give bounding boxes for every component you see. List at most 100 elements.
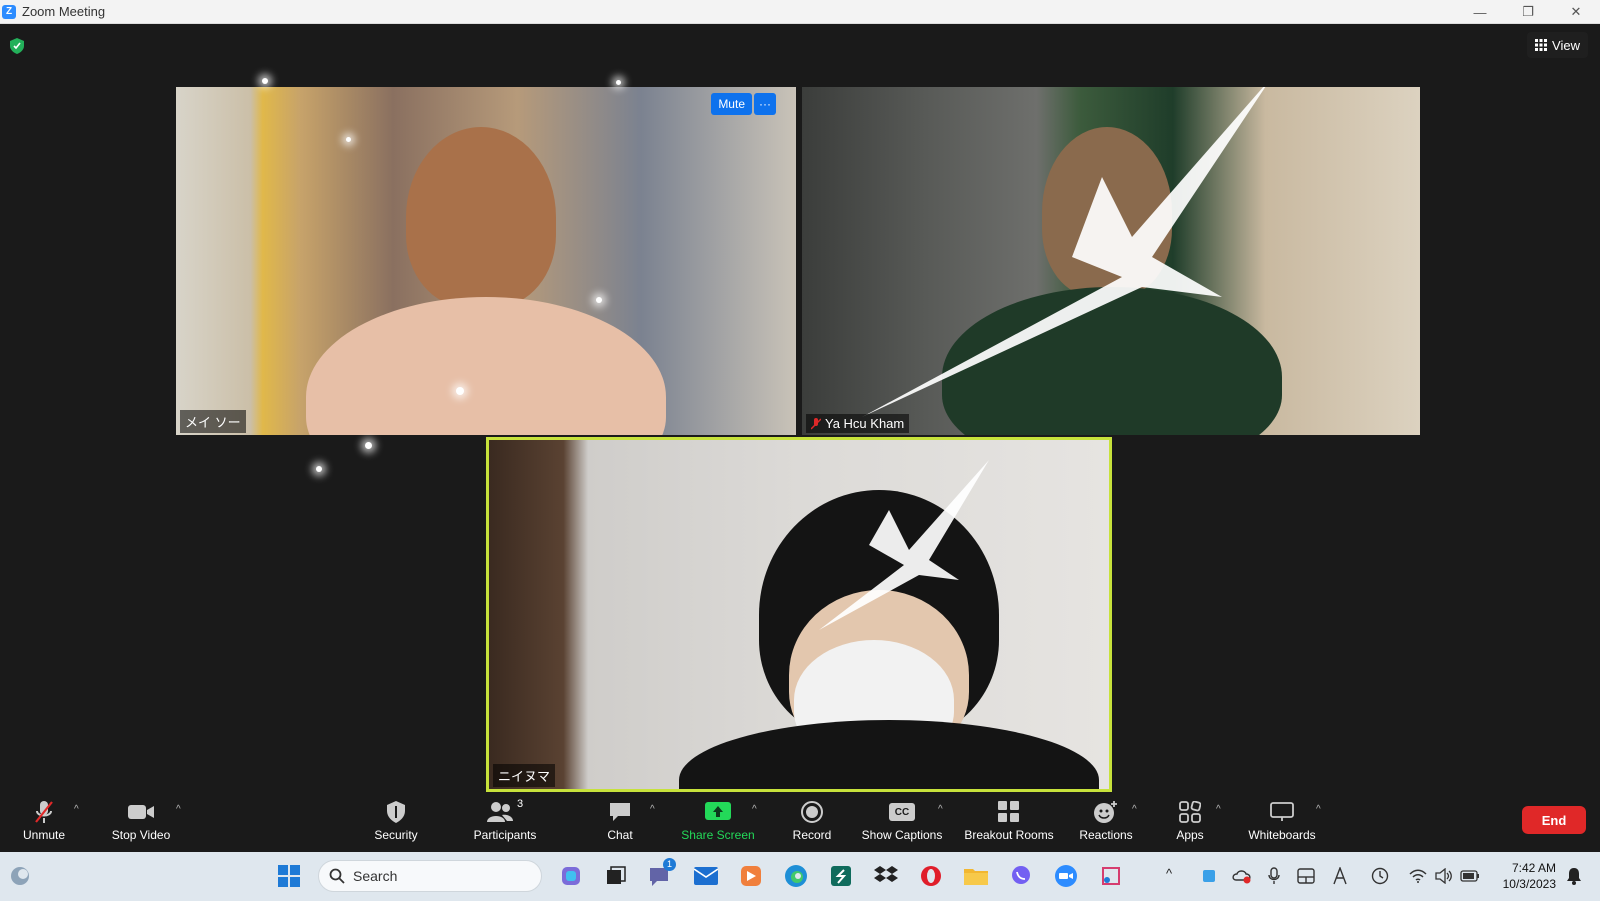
participants-button[interactable]: 3 Participants	[470, 798, 540, 848]
dropbox-icon[interactable]	[872, 862, 900, 890]
breakout-rooms-icon	[998, 801, 1019, 822]
show-hidden-icons-chevron[interactable]: ^	[1166, 866, 1172, 881]
battery-icon[interactable]	[1456, 862, 1484, 890]
close-button[interactable]: ✕	[1552, 0, 1600, 24]
copilot-icon[interactable]	[557, 862, 585, 890]
taskbar-clock[interactable]: 7:42 AM 10/3/2023	[1503, 860, 1556, 892]
encryption-shield-icon[interactable]	[10, 38, 24, 54]
chat-notification-badge: 1	[663, 858, 676, 871]
apps-options-caret[interactable]: ^	[1216, 804, 1221, 815]
show-captions-button[interactable]: CC Show Captions	[860, 798, 944, 848]
sparkle-effect	[365, 442, 372, 449]
widgets-icon[interactable]	[6, 862, 34, 890]
task-view-icon[interactable]	[602, 862, 630, 890]
restore-button[interactable]: ❐	[1504, 0, 1552, 24]
security-button[interactable]: Security	[368, 798, 424, 848]
microphone-tray-icon[interactable]	[1260, 862, 1288, 890]
zoom-app-icon[interactable]	[1052, 862, 1080, 890]
edge-browser-icon[interactable]	[782, 862, 810, 890]
participant-name-tag: ニイヌマ	[493, 764, 556, 787]
reactions-options-caret[interactable]: ^	[1132, 804, 1137, 815]
stop-video-label: Stop Video	[111, 828, 171, 842]
record-icon	[801, 801, 823, 823]
apps-icon	[1179, 801, 1201, 823]
notification-bell-icon[interactable]	[1560, 862, 1588, 890]
whiteboards-options-caret[interactable]: ^	[1316, 804, 1321, 815]
participant-name: メイ ソー	[185, 415, 241, 430]
participant-name-tag: メイ ソー	[180, 410, 246, 433]
meeting-area: View Mute ··· メイ ソー Ya Hcu Kham ニイヌマ	[0, 24, 1600, 792]
reactions-button[interactable]: Reactions	[1076, 798, 1136, 848]
unmute-button[interactable]: Unmute	[16, 798, 72, 848]
taskbar-search-box[interactable]: Search	[318, 860, 542, 892]
chat-button[interactable]: Chat	[600, 798, 640, 848]
video-tile-participant-3[interactable]: ニイヌマ	[486, 437, 1112, 792]
breakout-rooms-label: Breakout Rooms	[964, 828, 1054, 842]
sparkle-effect	[616, 80, 621, 85]
tile-more-button[interactable]: ···	[754, 93, 776, 115]
whiteboards-label: Whiteboards	[1248, 828, 1316, 842]
chat-options-caret[interactable]: ^	[650, 804, 655, 815]
sparkle-effect	[316, 466, 322, 472]
share-screen-label: Share Screen	[681, 828, 755, 842]
clock-time: 7:42 AM	[1511, 861, 1556, 875]
share-options-caret[interactable]: ^	[752, 804, 757, 815]
sparkle-effect	[346, 137, 351, 142]
windows-start-icon[interactable]	[275, 862, 303, 890]
teams-chat-icon[interactable]: 1	[646, 858, 676, 890]
file-explorer-icon[interactable]	[962, 862, 990, 890]
app-s-icon[interactable]	[827, 862, 855, 890]
whiteboards-button[interactable]: Whiteboards	[1244, 798, 1320, 848]
sparkle-star-effect	[819, 460, 989, 630]
apps-button[interactable]: Apps	[1170, 798, 1210, 848]
security-label: Security	[374, 828, 418, 842]
search-placeholder: Search	[353, 868, 398, 884]
wifi-icon[interactable]	[1404, 862, 1432, 890]
participant-name-tag: Ya Hcu Kham	[806, 414, 910, 433]
touch-keyboard-icon[interactable]	[1292, 862, 1320, 890]
zoom-window: Z Zoom Meeting — ❐ ✕ View Mute ··· メイ ソー…	[0, 0, 1600, 901]
muted-mic-icon	[811, 417, 821, 430]
sparkle-effect	[596, 297, 602, 303]
input-language-icon[interactable]	[1326, 862, 1354, 890]
participant-video	[406, 127, 556, 307]
focus-clock-icon[interactable]	[1366, 862, 1394, 890]
sparkle-effect	[262, 78, 268, 84]
video-tile-participant-1[interactable]: Mute ··· メイ ソー	[176, 87, 796, 435]
record-button[interactable]: Record	[788, 798, 836, 848]
view-label: View	[1552, 37, 1580, 53]
video-options-caret[interactable]: ^	[176, 804, 181, 815]
participant-video-body	[306, 297, 666, 435]
office-app-icon[interactable]	[737, 862, 765, 890]
audio-options-caret[interactable]: ^	[74, 804, 79, 815]
breakout-rooms-button[interactable]: Breakout Rooms	[962, 798, 1056, 848]
viber-icon[interactable]	[1007, 862, 1035, 890]
chat-bubble-icon	[610, 803, 630, 821]
volume-icon[interactable]	[1430, 862, 1458, 890]
meeting-toolbar: Unmute ^ Stop Video ^ Security 3 Partici…	[0, 792, 1600, 852]
video-camera-icon	[128, 805, 154, 819]
video-tile-participant-2[interactable]: Ya Hcu Kham	[802, 87, 1420, 435]
mail-icon[interactable]	[692, 862, 720, 890]
grid-icon	[1535, 39, 1548, 51]
minimize-button[interactable]: —	[1456, 0, 1504, 24]
tray-app-icon[interactable]	[1195, 862, 1223, 890]
end-meeting-button[interactable]: End	[1522, 806, 1586, 834]
snipping-tool-icon[interactable]	[1097, 862, 1125, 890]
tile-mute-button[interactable]: Mute	[711, 93, 752, 115]
participant-name: ニイヌマ	[498, 769, 551, 784]
captions-options-caret[interactable]: ^	[938, 804, 943, 815]
stop-video-button[interactable]: Stop Video	[106, 798, 176, 848]
opera-browser-icon[interactable]	[917, 862, 945, 890]
share-screen-button[interactable]: Share Screen	[680, 798, 756, 848]
windows-taskbar: Search 1 ^ 7:42 AM 10/3/2023	[0, 852, 1600, 901]
chat-label: Chat	[607, 828, 633, 842]
participants-icon	[486, 802, 513, 822]
whiteboard-icon	[1270, 802, 1294, 821]
onedrive-error-icon[interactable]	[1228, 862, 1256, 890]
show-captions-label: Show Captions	[861, 828, 943, 842]
view-button[interactable]: View	[1527, 32, 1588, 58]
participant-name: Ya Hcu Kham	[825, 416, 905, 431]
zoom-logo-icon: Z	[2, 4, 16, 19]
security-shield-icon	[387, 801, 405, 823]
